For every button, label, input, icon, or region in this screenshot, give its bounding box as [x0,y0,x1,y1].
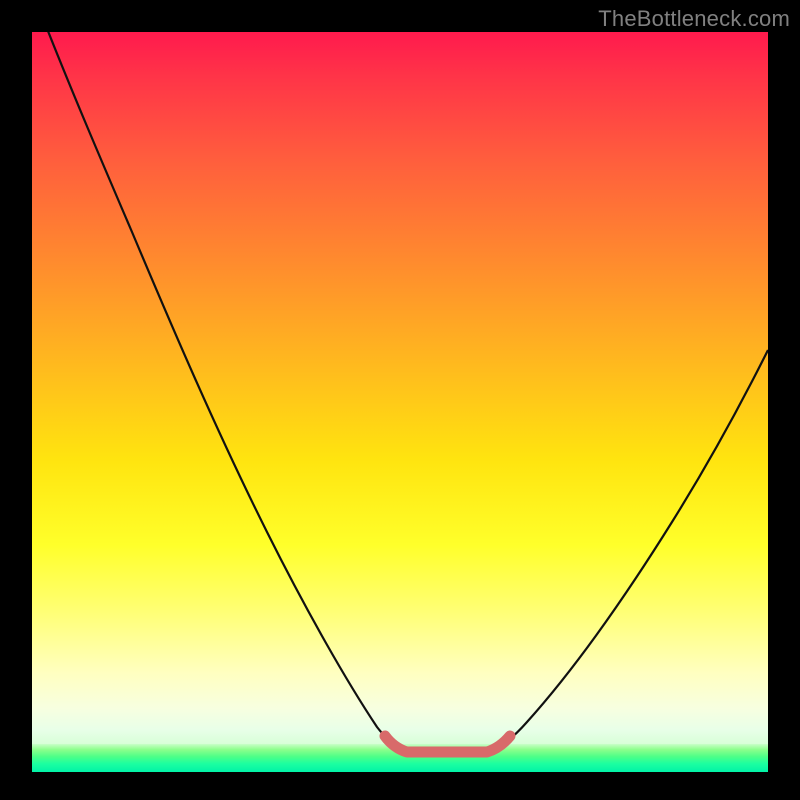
highlight-min-segment [385,736,510,752]
bottleneck-curve [46,32,768,752]
curve-layer [32,32,768,772]
chart-frame: TheBottleneck.com [0,0,800,800]
watermark-text: TheBottleneck.com [598,6,790,32]
plot-area [32,32,768,772]
